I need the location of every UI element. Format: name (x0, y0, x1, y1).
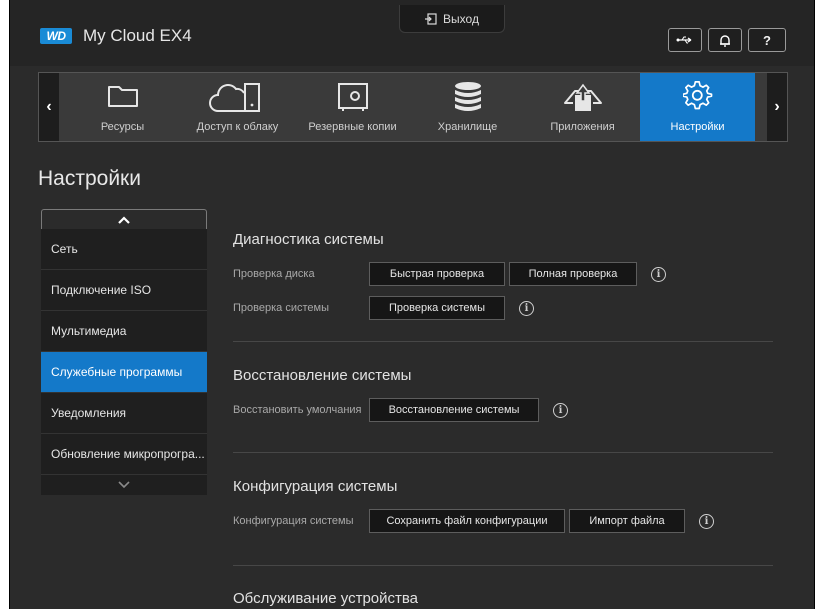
cloud-device-icon (208, 83, 260, 112)
nav-label-apps: Приложения (550, 121, 615, 133)
logout-button[interactable]: Выход (399, 5, 505, 33)
info-icon[interactable]: i (651, 266, 666, 282)
logout-icon (425, 12, 437, 25)
nav-item-settings[interactable]: Настройки (640, 73, 755, 141)
nav-item-backups[interactable]: Резервные копии (295, 73, 410, 141)
wd-logo: WD (40, 28, 72, 44)
top-bar: WD My Cloud EX4 Выход ? (10, 0, 814, 66)
chevron-down-icon (118, 481, 130, 489)
info-icon[interactable]: i (553, 402, 568, 418)
config-section: Конфигурация системы Конфигурация систем… (233, 453, 773, 553)
nav-label-shares: Ресурсы (100, 121, 145, 133)
main-content: Диагностика системы Проверка диска Быстр… (233, 210, 773, 607)
nav-item-cloud-access[interactable]: Доступ к облаку (180, 73, 295, 141)
sidebar-item-firmware-update[interactable]: Обновление микропрогра... (41, 434, 207, 475)
maintenance-section: Обслуживание устройства (233, 566, 773, 607)
disk-check-label: Проверка диска (233, 268, 315, 280)
nav-item-shares[interactable]: Ресурсы (65, 73, 180, 141)
sidebar-item-utilities[interactable]: Служебные программы (41, 352, 207, 393)
main-nav: ‹ Ресурсы Доступ к облаку Резервные копи… (38, 72, 788, 142)
sidebar-item-network[interactable]: Сеть (41, 229, 207, 270)
section-title: Восстановление системы (233, 367, 412, 384)
folder-icon (107, 86, 138, 107)
section-title: Диагностика системы (233, 231, 384, 248)
system-restore-button[interactable]: Восстановление системы (369, 398, 539, 422)
sidebar-item-notifications[interactable]: Уведомления (41, 393, 207, 434)
import-file-button[interactable]: Импорт файла (569, 509, 685, 533)
page-title: Настройки (38, 167, 141, 190)
chevron-up-icon (118, 215, 130, 224)
bell-icon (720, 34, 730, 47)
system-check-button[interactable]: Проверка системы (369, 296, 505, 320)
gear-icon (682, 81, 712, 110)
section-title: Конфигурация системы (233, 478, 398, 495)
quick-check-button[interactable]: Быстрая проверка (369, 262, 505, 286)
nav-label-storage: Хранилище (437, 121, 498, 133)
nav-item-storage[interactable]: Хранилище (410, 73, 525, 141)
app-title: My Cloud EX4 (83, 26, 192, 45)
sidebar-scroll-up-button[interactable] (41, 209, 207, 229)
nav-label-settings: Настройки (670, 121, 725, 133)
nav-label-cloud-access: Доступ к облаку (196, 121, 279, 133)
logout-label: Выход (443, 11, 479, 26)
save-config-button[interactable]: Сохранить файл конфигурации (369, 509, 565, 533)
safe-icon (337, 83, 368, 111)
full-check-button[interactable]: Полная проверка (509, 262, 637, 286)
sidebar-item-iso-mount[interactable]: Подключение ISO (41, 270, 207, 311)
section-title: Обслуживание устройства (233, 590, 419, 607)
restore-defaults-label: Восстановить умолчания (233, 404, 362, 416)
usb-button[interactable] (668, 28, 702, 52)
diagnostics-section: Диагностика системы Проверка диска Быстр… (233, 210, 773, 325)
nav-prev-button[interactable]: ‹ (39, 73, 59, 141)
apps-icon (563, 83, 602, 111)
nav-next-button[interactable]: › (767, 73, 787, 141)
config-label: Конфигурация системы (233, 515, 354, 527)
usb-icon (676, 36, 692, 44)
nav-item-apps[interactable]: Приложения (525, 73, 640, 141)
notifications-button[interactable] (708, 28, 742, 52)
sidebar-scroll-down-button[interactable] (41, 475, 207, 495)
settings-sidebar: Сеть Подключение ISO Мультимедиа Служебн… (41, 209, 207, 495)
database-icon (454, 82, 481, 111)
info-icon[interactable]: i (699, 513, 714, 529)
sidebar-item-media[interactable]: Мультимедиа (41, 311, 207, 352)
system-check-label: Проверка системы (233, 302, 329, 314)
nav-label-backups: Резервные копии (308, 121, 397, 133)
app-window: WD My Cloud EX4 Выход ? ‹ Ресурсы Доступ… (9, 0, 815, 609)
info-icon[interactable]: i (519, 300, 534, 316)
restore-section: Восстановление системы Восстановить умол… (233, 342, 773, 442)
help-button[interactable]: ? (748, 28, 786, 52)
